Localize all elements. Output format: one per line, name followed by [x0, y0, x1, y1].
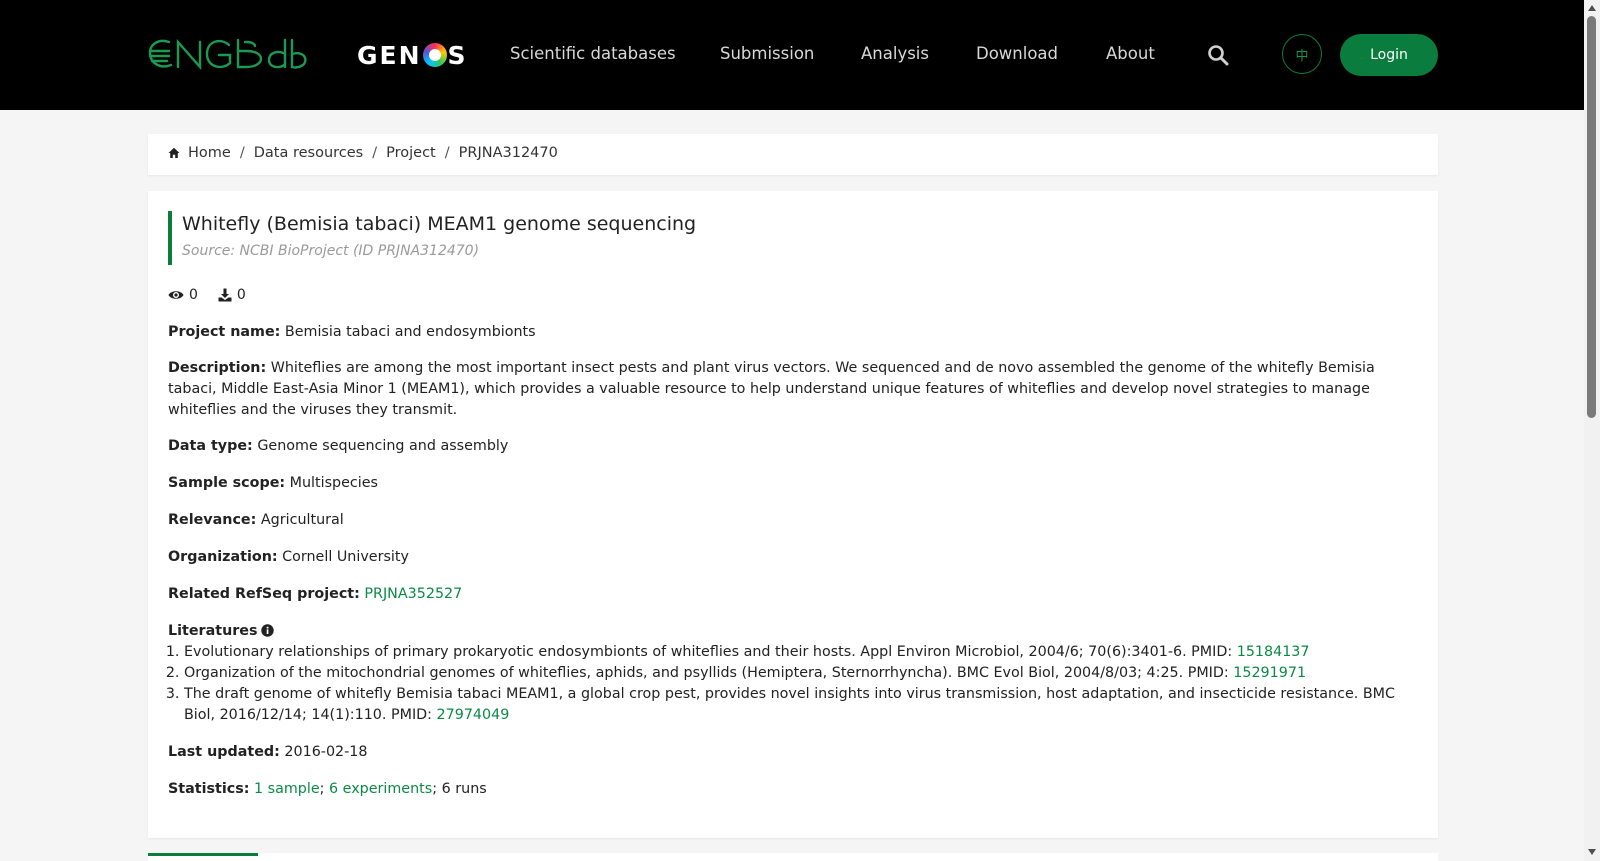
scroll-down-arrow-icon[interactable] — [1588, 849, 1596, 855]
nav-download[interactable]: Download — [976, 44, 1058, 63]
field-statistics: Statistics: 1 sample; 6 experiments; 6 r… — [168, 779, 1418, 800]
breadcrumb-data-resources[interactable]: Data resources — [254, 145, 364, 161]
project-source: Source: NCBI BioProject (ID PRJNA312470) — [182, 243, 480, 259]
project-header: Whitefly (Bemisia tabaci) MEAM1 genome s… — [168, 211, 696, 265]
field-sample-scope: Sample scope: Multispecies — [168, 473, 1418, 494]
literature-item: The draft genome of whitefly Bemisia tab… — [184, 684, 1418, 726]
project-detail-card: Whitefly (Bemisia tabaci) MEAM1 genome s… — [148, 191, 1438, 838]
project-counters: 0 0 — [168, 287, 266, 303]
genos-logo-text-start: GEN — [357, 40, 422, 70]
genos-logo[interactable]: GEN S — [357, 38, 468, 72]
samples-link[interactable]: 1 sample — [254, 781, 320, 797]
nav-analysis[interactable]: Analysis — [861, 44, 929, 63]
field-value: 2016-02-18 — [284, 744, 368, 760]
field-label: Organization: — [168, 549, 278, 565]
literature-text: Evolutionary relationships of primary pr… — [184, 644, 1237, 660]
page-title: Whitefly (Bemisia tabaci) MEAM1 genome s… — [182, 213, 697, 235]
login-button[interactable]: Login — [1340, 34, 1438, 76]
field-value: Agricultural — [260, 512, 344, 528]
top-navbar: GEN S Scientific databases Submission Ana… — [0, 0, 1584, 110]
pmid-link[interactable]: 27974049 — [437, 707, 510, 723]
nav-submission[interactable]: Submission — [720, 44, 814, 63]
literature-item: Evolutionary relationships of primary pr… — [184, 642, 1418, 663]
literature-text: Organization of the mitochondrial genome… — [184, 665, 1234, 681]
download-count: 0 — [236, 287, 246, 303]
pmid-link[interactable]: 15291971 — [1233, 665, 1306, 681]
field-label: Description: — [168, 360, 267, 376]
view-count: 0 — [189, 287, 198, 303]
download-icon — [218, 288, 232, 302]
breadcrumb-separator: / — [372, 145, 378, 161]
breadcrumb: Home / Data resources / Project / PRJNA3… — [168, 145, 558, 161]
breadcrumb-home[interactable]: Home — [188, 145, 231, 161]
nav-about[interactable]: About — [1106, 44, 1155, 63]
field-description: Description: Whiteflies are among the mo… — [168, 358, 1418, 421]
cngbdb-logo[interactable] — [147, 34, 307, 74]
field-last-updated: Last updated: 2016-02-18 — [168, 742, 1418, 763]
field-project-name: Project name: Bemisia tabaci and endosym… — [168, 322, 1418, 343]
field-label: Data type: — [168, 438, 253, 454]
field-organization: Organization: Cornell University — [168, 547, 1418, 568]
field-value: Cornell University — [282, 549, 409, 565]
genos-logo-text-end: S — [447, 40, 468, 70]
breadcrumb-current: PRJNA312470 — [458, 145, 558, 161]
pmid-link[interactable]: 15184137 — [1237, 644, 1310, 660]
runs-count: 6 runs — [441, 781, 487, 797]
home-icon[interactable] — [168, 147, 180, 159]
page-scrollbar[interactable] — [1584, 0, 1600, 861]
field-related-refseq: Related RefSeq project: PRJNA352527 — [168, 584, 1418, 605]
language-toggle-button[interactable]: 中 — [1282, 34, 1322, 74]
field-label: Sample scope: — [168, 475, 286, 491]
field-label: Relevance: — [168, 512, 257, 528]
eye-icon — [168, 291, 184, 299]
tab-strip — [148, 853, 1438, 861]
field-value: Whiteflies are among the most important … — [168, 360, 1375, 418]
nav-scientific-databases[interactable]: Scientific databases — [510, 44, 676, 63]
refseq-project-link[interactable]: PRJNA352527 — [364, 586, 462, 602]
field-label: Related RefSeq project: — [168, 586, 360, 602]
scroll-up-arrow-icon[interactable] — [1588, 5, 1596, 11]
breadcrumb-bar: Home / Data resources / Project / PRJNA3… — [148, 134, 1438, 175]
experiments-link[interactable]: 6 experiments — [329, 781, 432, 797]
field-value: Bemisia tabaci and endosymbionts — [284, 324, 536, 340]
field-data-type: Data type: Genome sequencing and assembl… — [168, 436, 1418, 457]
field-value: Genome sequencing and assembly — [257, 438, 509, 454]
field-relevance: Relevance: Agricultural — [168, 510, 1418, 531]
breadcrumb-separator: / — [239, 145, 245, 161]
literatures-label: Literatures — [168, 623, 258, 639]
field-label: Statistics: — [168, 781, 250, 797]
scrollbar-thumb[interactable] — [1587, 16, 1596, 418]
field-value: Multispecies — [289, 475, 378, 491]
field-label: Last updated: — [168, 744, 280, 760]
search-icon[interactable] — [1207, 44, 1229, 66]
field-label: Project name: — [168, 324, 281, 340]
genos-o-icon — [422, 43, 447, 67]
stat-separator: ; — [432, 781, 438, 797]
breadcrumb-separator: / — [444, 145, 450, 161]
literature-text: The draft genome of whitefly Bemisia tab… — [184, 686, 1395, 723]
tab-active-indicator[interactable] — [148, 853, 258, 856]
stat-separator: ; — [319, 781, 325, 797]
literatures-section: Literatures Evolutionary relationships o… — [168, 621, 1418, 726]
literature-item: Organization of the mitochondrial genome… — [184, 663, 1418, 684]
literature-list: Evolutionary relationships of primary pr… — [168, 642, 1418, 726]
info-icon[interactable] — [260, 624, 274, 637]
breadcrumb-project[interactable]: Project — [386, 145, 436, 161]
